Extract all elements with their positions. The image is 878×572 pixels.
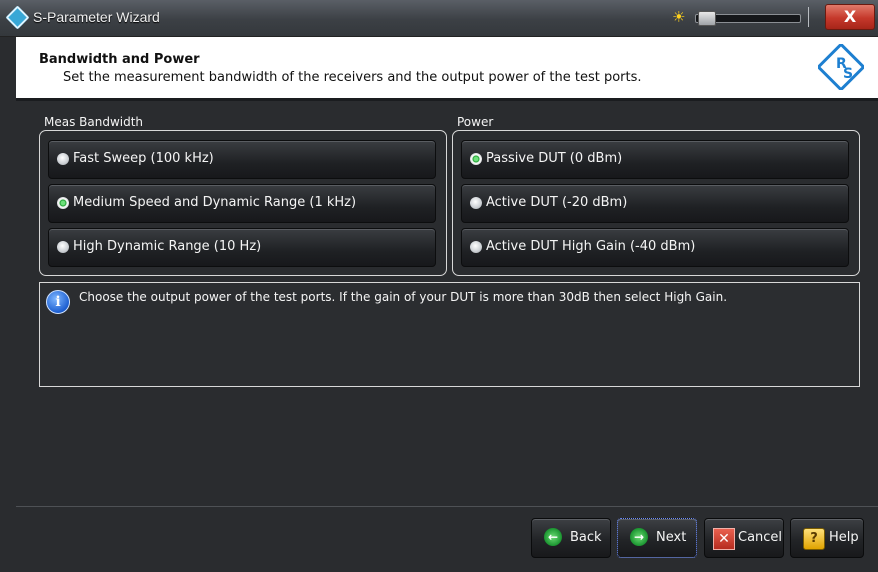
brightness-slider[interactable] (695, 11, 801, 26)
option-label: Medium Speed and Dynamic Range (1 kHz) (73, 195, 357, 210)
option-label: High Dynamic Range (10 Hz) (73, 239, 262, 254)
help-icon: ? (803, 528, 825, 550)
info-box: i Choose the output power of the test po… (39, 282, 860, 387)
power-group: Passive DUT (0 dBm) Active DUT (-20 dBm)… (452, 130, 860, 276)
option-label: Active DUT High Gain (-40 dBm) (486, 239, 696, 254)
option-active-dut-high-gain[interactable]: Active DUT High Gain (-40 dBm) (461, 228, 849, 267)
radio-selected-icon (57, 197, 69, 209)
cancel-button[interactable]: ✕ Cancel (704, 518, 784, 558)
close-button[interactable]: X (825, 4, 875, 30)
slider-handle[interactable] (698, 11, 716, 26)
option-label: Active DUT (-20 dBm) (486, 195, 628, 210)
info-text: Choose the output power of the test port… (79, 290, 728, 304)
option-passive-dut[interactable]: Passive DUT (0 dBm) (461, 140, 849, 179)
header-separator (16, 98, 878, 101)
back-button-label: Back (570, 530, 602, 545)
wizard-header: Bandwidth and Power Set the measurement … (16, 37, 878, 98)
footer-divider (16, 506, 878, 507)
option-high-dynamic-range[interactable]: High Dynamic Range (10 Hz) (48, 228, 436, 267)
back-button[interactable]: ← Back (531, 518, 611, 558)
back-arrow-icon: ← (544, 528, 562, 546)
radio-icon (470, 241, 482, 253)
next-arrow-icon: → (630, 528, 648, 546)
svg-text:S: S (843, 66, 853, 82)
brightness-icon: ☀ (672, 8, 686, 26)
help-button[interactable]: ? Help (790, 518, 864, 558)
cancel-x-icon: ✕ (713, 528, 735, 550)
radio-icon (470, 197, 482, 209)
option-label: Passive DUT (0 dBm) (486, 151, 623, 166)
radio-icon (57, 241, 69, 253)
cancel-button-label: Cancel (738, 530, 783, 545)
meas-bandwidth-label: Meas Bandwidth (44, 115, 144, 129)
option-fast-sweep[interactable]: Fast Sweep (100 kHz) (48, 140, 436, 179)
page-title: Bandwidth and Power (39, 52, 200, 67)
radio-icon (57, 153, 69, 165)
option-medium-speed[interactable]: Medium Speed and Dynamic Range (1 kHz) (48, 184, 436, 223)
rs-logo-icon: R S (818, 44, 864, 90)
next-button-label: Next (656, 530, 687, 545)
help-button-label: Help (829, 530, 859, 545)
info-icon: i (46, 290, 70, 314)
option-label: Fast Sweep (100 kHz) (73, 151, 214, 166)
page-description: Set the measurement bandwidth of the rec… (63, 70, 642, 85)
window-title: S-Parameter Wizard (33, 9, 160, 25)
app-icon (5, 5, 30, 30)
power-label: Power (457, 115, 494, 129)
next-button[interactable]: → Next (617, 518, 697, 558)
title-bar: S-Parameter Wizard ☀ X (0, 0, 878, 37)
option-active-dut[interactable]: Active DUT (-20 dBm) (461, 184, 849, 223)
meas-bandwidth-group: Fast Sweep (100 kHz) Medium Speed and Dy… (39, 130, 447, 276)
radio-selected-icon (470, 153, 482, 165)
title-divider (808, 7, 809, 27)
